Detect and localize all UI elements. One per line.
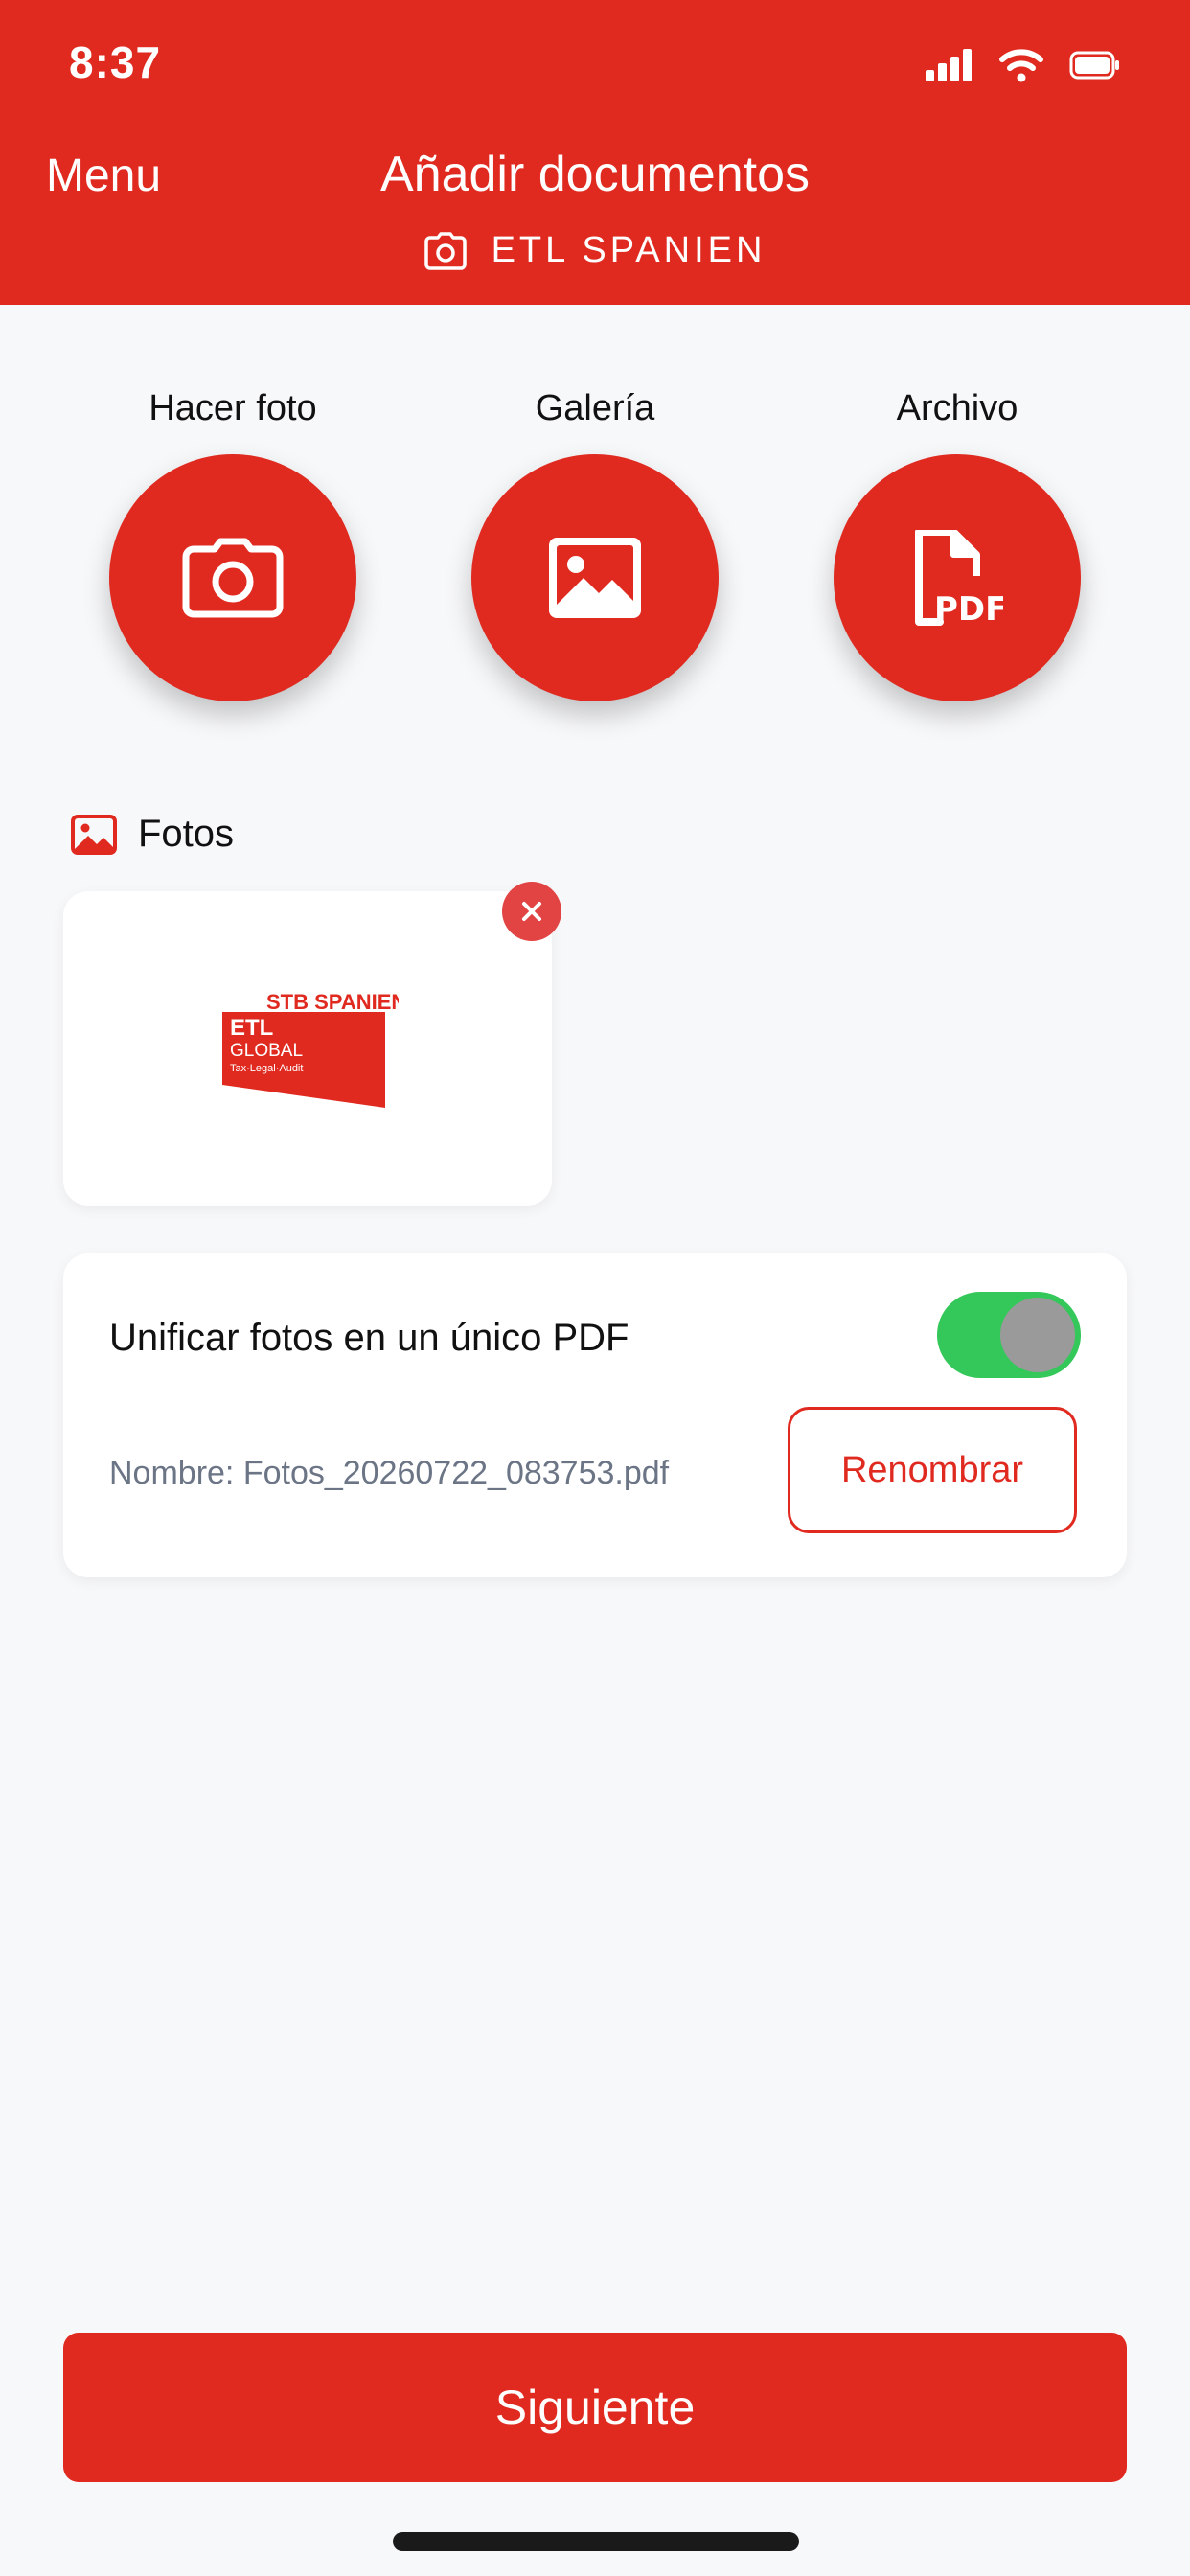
company-name: ETL SPANIEN	[491, 230, 767, 270]
app-header: 8:37 Menu Añadir documentos ETL SPANIEN	[0, 0, 1190, 305]
image-icon	[549, 538, 641, 618]
logo-tagline: Tax·Legal·Audit	[230, 1063, 303, 1074]
cellular-signal-icon	[926, 49, 972, 81]
pdf-file-icon: PDF	[915, 530, 1003, 626]
next-button[interactable]: Siguiente	[63, 2333, 1127, 2482]
wifi-icon	[999, 49, 1043, 82]
remove-photo-button[interactable]	[502, 882, 561, 941]
etl-global-logo: STB SPANIEN ETL GLOBAL Tax·Legal·Audit	[222, 990, 399, 1108]
take-photo-button[interactable]	[109, 454, 356, 702]
svg-text:PDF: PDF	[934, 590, 1003, 626]
take-photo-label: Hacer foto	[149, 388, 317, 428]
file-button[interactable]: PDF	[834, 454, 1081, 702]
photos-section-title: Fotos	[71, 813, 234, 856]
logo-etl: ETL	[230, 1015, 273, 1041]
logo-stb-spanien: STB SPANIEN	[266, 990, 399, 1014]
company-subtitle: ETL SPANIEN	[0, 230, 1190, 271]
image-icon	[71, 814, 117, 855]
gallery-action: Galería	[451, 388, 739, 702]
rename-button[interactable]: Renombrar	[788, 1407, 1077, 1533]
merge-pdf-label: Unificar fotos en un único PDF	[109, 1317, 629, 1359]
take-photo-action: Hacer foto	[89, 388, 377, 702]
battery-icon	[1069, 51, 1119, 80]
close-icon	[522, 902, 541, 921]
pdf-options-card: Unificar fotos en un único PDF Nombre: F…	[63, 1254, 1127, 1577]
home-indicator	[393, 2532, 799, 2551]
file-action: Archivo PDF	[813, 388, 1101, 702]
status-time: 8:37	[69, 37, 162, 87]
photo-thumbnail[interactable]: STB SPANIEN ETL GLOBAL Tax·Legal·Audit	[63, 891, 552, 1206]
photos-title-label: Fotos	[138, 813, 235, 855]
toggle-knob	[1000, 1298, 1075, 1372]
pdf-filename: Nombre: Fotos_20260722_083753.pdf	[109, 1455, 670, 1491]
page-title: Añadir documentos	[379, 147, 811, 202]
gallery-label: Galería	[535, 388, 655, 428]
file-label: Archivo	[896, 388, 1018, 428]
status-icons	[926, 48, 1121, 82]
merge-pdf-toggle[interactable]	[937, 1292, 1081, 1378]
logo-global: GLOBAL	[230, 1041, 303, 1061]
camera-icon	[423, 231, 467, 270]
camera-icon	[182, 538, 284, 618]
gallery-button[interactable]	[471, 454, 719, 702]
